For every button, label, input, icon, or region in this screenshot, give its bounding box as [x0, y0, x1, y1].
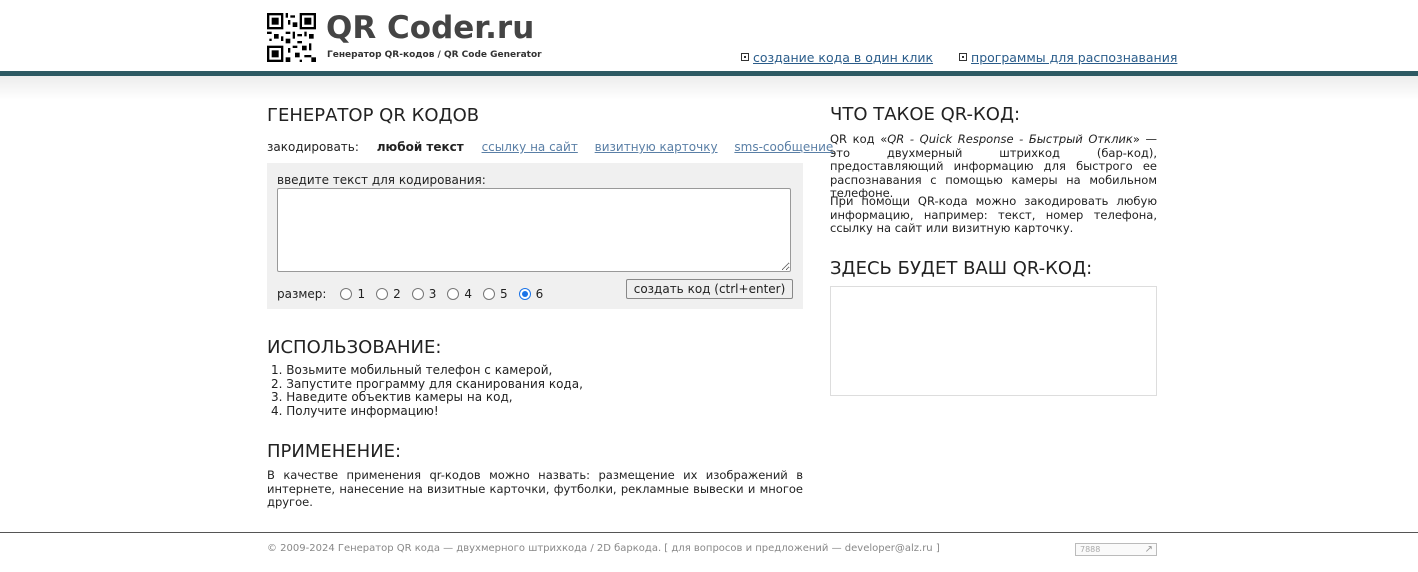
text-input[interactable]	[277, 188, 791, 272]
list-item: 3. Наведите объектив камеры на код,	[271, 390, 513, 404]
square-bullet-icon	[959, 53, 968, 61]
encode-option-any-text[interactable]: любой текст	[377, 140, 464, 154]
generator-title: ГЕНЕРАТОР QR КОДОВ	[267, 105, 480, 126]
generator-form: введите текст для кодирования: размер: 1…	[267, 163, 803, 309]
size-radio-4[interactable]: 4	[447, 287, 472, 301]
arrow-up-right-icon: ↗	[1144, 544, 1153, 555]
footer-text: © 2009-2024 Генератор QR кода — двухмерн…	[267, 543, 940, 554]
size-radio-3[interactable]: 3	[411, 287, 437, 301]
radio-selected-icon[interactable]	[518, 288, 531, 300]
create-code-button[interactable]: создать код (ctrl+enter)	[626, 279, 793, 299]
encode-option-sms[interactable]: sms-сообщение	[734, 140, 833, 154]
radio-icon[interactable]	[483, 288, 496, 300]
top-nav: создание кода в один клик программы для …	[741, 49, 1177, 65]
square-bullet-icon	[741, 53, 749, 61]
site-logo-title[interactable]: QR Coder.ru	[326, 10, 534, 46]
counter-label: 7888	[1080, 545, 1101, 554]
size-radio-label: 6	[535, 287, 544, 301]
size-selector: размер: 1 2 3 4 5 6	[277, 287, 554, 301]
radio-icon[interactable]	[447, 288, 460, 300]
site-header: QR Coder.ru Генератор QR-кодов / QR Code…	[0, 0, 1418, 72]
radio-icon[interactable]	[411, 288, 424, 300]
radio-icon[interactable]	[340, 288, 353, 300]
qr-result-area	[830, 286, 1157, 396]
usage-title: ИСПОЛЬЗОВАНИЕ:	[267, 337, 442, 358]
about-paragraph-2: При помощи QR-кода можно закодировать лю…	[830, 194, 1157, 235]
header-shadow	[0, 76, 1418, 100]
list-item: 2. Запустите программу для сканирования …	[271, 376, 583, 391]
size-radio-2[interactable]: 2	[376, 287, 401, 301]
visit-counter-badge[interactable]: 7888 ↗	[1075, 543, 1157, 556]
recognition-apps-link[interactable]: программы для распознавания	[971, 50, 1177, 65]
about-p1-pre: QR код «	[830, 132, 888, 146]
one-click-link[interactable]: создание кода в один клик	[753, 50, 933, 65]
list-item: 1. Возьмите мобильный телефон с камерой,	[271, 363, 553, 377]
result-title: ЗДЕСЬ БУДЕТ ВАШ QR-КОД:	[830, 258, 1093, 279]
about-title: ЧТО ТАКОЕ QR-КОД:	[830, 104, 1021, 125]
size-radio-label: 1	[357, 287, 366, 301]
size-radio-1[interactable]: 1	[340, 287, 365, 301]
size-radio-label: 2	[393, 287, 401, 301]
size-radio-label: 5	[500, 287, 508, 301]
encode-option-url[interactable]: ссылку на сайт	[482, 140, 578, 154]
radio-icon[interactable]	[376, 288, 389, 300]
encode-option-vcard[interactable]: визитную карточку	[595, 140, 718, 154]
size-label: размер:	[277, 287, 327, 301]
top-nav-item-recognition: программы для распознавания	[959, 50, 1177, 65]
encode-type-selector: закодировать: любой текст ссылку на сайт…	[267, 140, 846, 154]
about-paragraph-1: QR код «QR - Quick Response - Быстрый От…	[830, 132, 1157, 201]
encode-label: закодировать:	[267, 140, 359, 154]
size-radio-label: 4	[464, 287, 473, 301]
top-nav-item-one-click: создание кода в один клик	[741, 50, 933, 65]
list-item: 4. Получите информацию!	[271, 403, 439, 418]
site-logo-subtitle: Генератор QR-кодов / QR Code Generator	[327, 50, 542, 60]
about-p1-emphasis: QR - Quick Response - Быстрый Отклик	[887, 132, 1133, 146]
footer-divider	[0, 532, 1418, 533]
usage-steps: 1. Возьмите мобильный телефон с камерой,…	[271, 363, 583, 418]
application-title: ПРИМЕНЕНИЕ:	[267, 441, 402, 462]
size-radio-6[interactable]: 6	[518, 287, 544, 301]
input-label: введите текст для кодирования:	[277, 173, 486, 187]
qr-logo-icon[interactable]	[267, 13, 316, 62]
size-radio-5[interactable]: 5	[483, 287, 508, 301]
size-radio-label: 3	[428, 287, 437, 301]
application-text: В качестве применения qr-кодов можно наз…	[267, 468, 803, 509]
